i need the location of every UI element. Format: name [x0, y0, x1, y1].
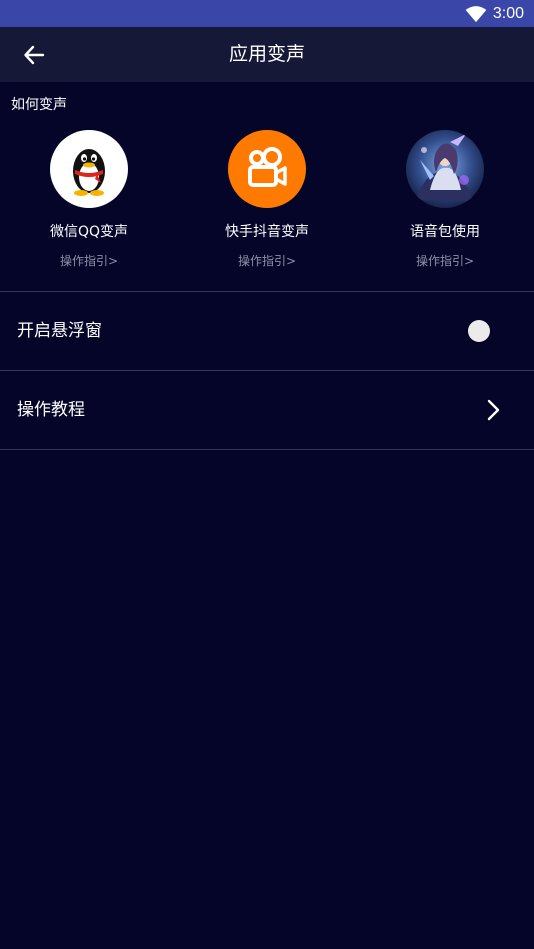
divider — [0, 449, 534, 450]
chevron-right-icon — [487, 399, 500, 421]
kuaishou-icon — [228, 130, 306, 208]
floating-window-label: 开启悬浮窗 — [17, 321, 102, 341]
status-bar: 3:00 — [0, 0, 534, 27]
status-time: 3:00 — [492, 4, 524, 22]
tutorial-row[interactable]: 操作教程 — [0, 371, 534, 449]
arrow-left-icon — [24, 45, 45, 65]
shortcut-kuaishou-douyin[interactable]: 快手抖音变声 操作指引> — [192, 130, 342, 269]
toggle-thumb — [468, 320, 490, 342]
game-hero-avatar — [406, 130, 484, 208]
tutorial-label: 操作教程 — [17, 400, 85, 420]
shortcut-label: 语音包使用 — [410, 224, 480, 240]
floating-window-row[interactable]: 开启悬浮窗 — [0, 292, 534, 370]
wifi-icon — [465, 5, 487, 22]
shortcut-wechat-qq[interactable]: 微信QQ变声 操作指引> — [14, 130, 164, 269]
back-button[interactable] — [18, 39, 50, 71]
shortcut-voice-pack[interactable]: 语音包使用 操作指引> — [370, 130, 520, 269]
page-title: 应用变声 — [228, 43, 305, 65]
section-title: 如何变声 — [11, 97, 67, 113]
guide-link[interactable]: 操作指引> — [416, 252, 474, 269]
shortcut-label: 微信QQ变声 — [49, 224, 129, 240]
app-bar: 应用变声 — [0, 27, 534, 82]
floating-window-toggle[interactable] — [466, 319, 506, 343]
guide-link[interactable]: 操作指引> — [60, 252, 118, 269]
shortcut-label: 快手抖音变声 — [225, 224, 309, 240]
qq-penguin-icon — [50, 130, 128, 208]
guide-link[interactable]: 操作指引> — [238, 252, 296, 269]
